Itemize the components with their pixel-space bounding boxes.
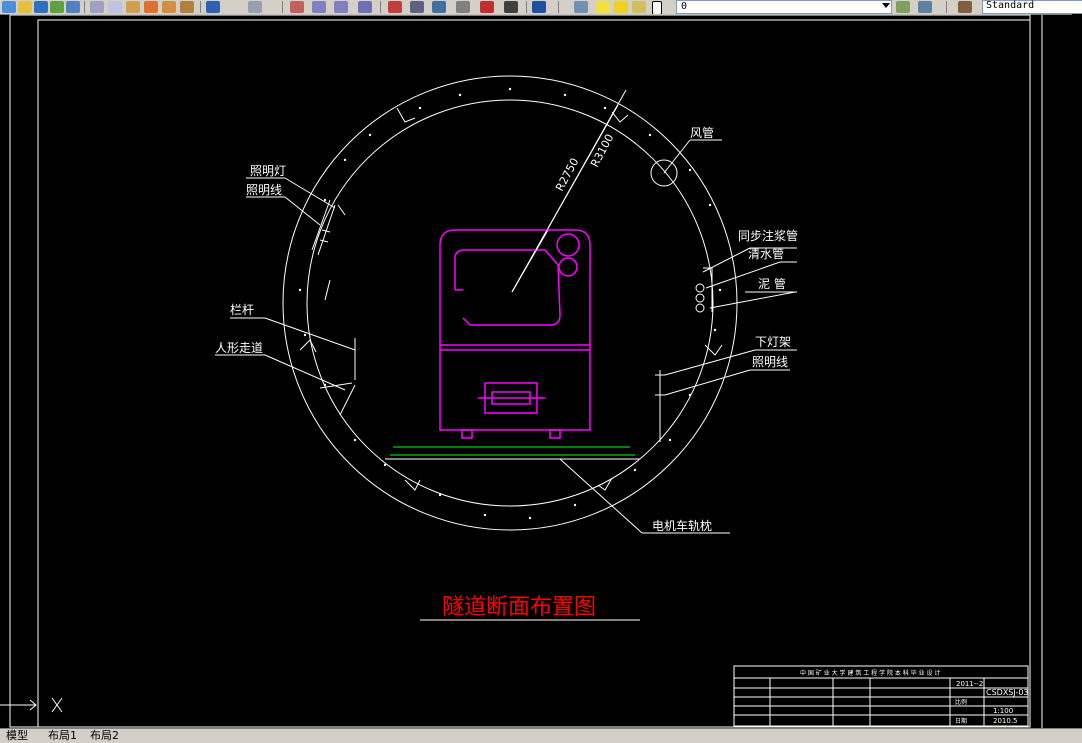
title-block-scale: 1:100 xyxy=(993,707,1013,715)
label-clean-water-pipe: 清水管 xyxy=(748,246,784,261)
make-layer-current-icon[interactable] xyxy=(896,1,910,13)
zoom-window-icon[interactable] xyxy=(334,1,348,13)
cut-icon[interactable] xyxy=(90,1,104,13)
title-block-scale-label: 比例 xyxy=(955,698,967,706)
new-icon[interactable] xyxy=(2,1,16,13)
match-properties-icon[interactable] xyxy=(144,1,158,13)
chevron-down-icon xyxy=(882,3,890,8)
layer-previous-icon[interactable] xyxy=(918,1,932,13)
tab-layout2[interactable]: 布局2 xyxy=(88,729,121,742)
drawing-title: 隧道断面布置图 xyxy=(442,595,596,620)
text-style-value: Standard xyxy=(986,0,1035,11)
drawing-canvas[interactable]: 风管 R2750 R3100 电机车轨枕 同步注浆管 清水管 泥 管 下灯架 照… xyxy=(0,14,1082,728)
layer-color-icon[interactable] xyxy=(652,1,662,14)
label-lighting-line-left: 照明线 xyxy=(246,183,282,197)
zoom-realtime-icon[interactable] xyxy=(312,1,326,13)
dimension-r2750: R2750 xyxy=(553,156,581,194)
layout-tabs: 模型 布局1 布局2 xyxy=(0,728,1082,743)
zoom-previous-icon[interactable] xyxy=(358,1,372,13)
brush-icon[interactable] xyxy=(180,1,194,13)
copy-icon[interactable] xyxy=(108,1,122,13)
sheet-set-icon[interactable] xyxy=(456,1,470,13)
ucs-icon xyxy=(0,697,63,713)
redo-icon[interactable] xyxy=(248,1,262,13)
calculator-icon[interactable] xyxy=(504,1,518,13)
text-style-dropdown[interactable]: Standard xyxy=(982,0,1082,14)
undo-icon[interactable] xyxy=(206,1,220,13)
layer-freeze-icon[interactable] xyxy=(614,1,628,13)
layer-manager-icon[interactable] xyxy=(574,1,588,13)
title-block-date: 2010.5 xyxy=(993,717,1018,725)
rail-track xyxy=(390,446,635,456)
title-block-drawing-no: CSDXSJ-03 xyxy=(986,688,1029,697)
model-space-drawing: 风管 R2750 R3100 电机车轨枕 同步注浆管 清水管 泥 管 下灯架 照… xyxy=(0,14,1043,728)
tab-layout1[interactable]: 布局1 xyxy=(46,729,79,742)
standard-toolbar: 0 Standard xyxy=(0,0,1082,15)
paste-icon[interactable] xyxy=(126,1,140,13)
plot-preview-icon[interactable] xyxy=(66,1,80,13)
tunnel-outer-ring xyxy=(282,75,738,531)
block-editor-icon[interactable] xyxy=(162,1,176,13)
label-lighting-lamp: 照明灯 xyxy=(250,164,286,178)
left-fixtures xyxy=(215,177,356,416)
label-mud-pipe: 泥 管 xyxy=(758,276,786,291)
save-icon[interactable] xyxy=(34,1,48,13)
properties-icon[interactable] xyxy=(388,1,402,13)
pan-icon[interactable] xyxy=(290,1,304,13)
electric-locomotive xyxy=(439,229,591,439)
label-rail-sleeper: 电机车轨枕 xyxy=(652,518,712,533)
label-walkway: 人形走道 xyxy=(215,341,263,355)
vertical-edge xyxy=(1072,14,1082,728)
tab-model[interactable]: 模型 xyxy=(4,729,30,742)
title-block-date-label: 日期 xyxy=(955,717,967,725)
tool-palettes-icon[interactable] xyxy=(432,1,446,13)
label-lower-lamp-rack: 下灯架 xyxy=(755,335,791,349)
open-icon[interactable] xyxy=(18,1,32,13)
help-icon[interactable] xyxy=(532,1,546,13)
layer-lock-icon[interactable] xyxy=(632,1,646,13)
title-block-project-no: 2011--2 xyxy=(956,680,983,688)
layer-value: 0 xyxy=(681,1,688,12)
title-block-header: 中 国 矿 业 大 学 建 筑 工 程 学 院 本 科 毕 业 设 计 xyxy=(800,669,940,677)
label-railing: 栏杆 xyxy=(230,302,254,317)
label-sync-grout-pipe: 同步注浆管 xyxy=(738,228,798,243)
text-style-icon[interactable] xyxy=(958,1,972,13)
label-lighting-line-right: 照明线 xyxy=(752,355,788,369)
design-center-icon[interactable] xyxy=(410,1,424,13)
drawing-inner-border xyxy=(37,19,1031,728)
label-air-duct: 风管 xyxy=(690,125,714,140)
tunnel-inner-ring xyxy=(306,99,714,507)
plot-icon[interactable] xyxy=(50,1,64,13)
layer-dropdown[interactable]: 0 xyxy=(676,0,892,14)
layer-state-icon[interactable] xyxy=(596,1,610,13)
markup-icon[interactable] xyxy=(480,1,494,13)
segment-bolts xyxy=(298,87,722,520)
